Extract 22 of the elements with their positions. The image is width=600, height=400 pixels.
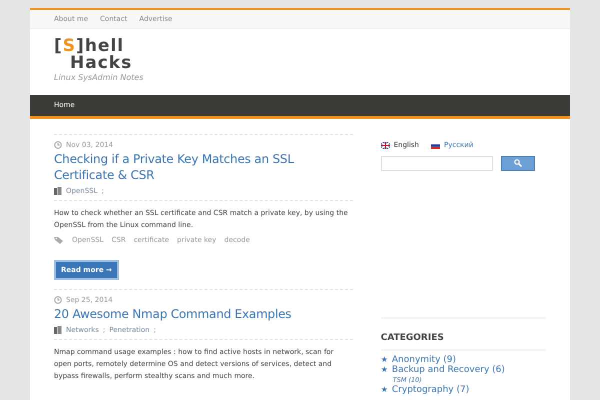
flag-icon <box>380 142 390 149</box>
category-link[interactable]: Backup and Recovery (6) <box>392 364 505 374</box>
logo-text: [S]hell <box>54 38 124 55</box>
books-icon <box>54 186 62 195</box>
post-title[interactable]: Checking if a Private Key Matches an SSL Certificate & CSR <box>54 150 353 182</box>
clock-icon <box>54 141 62 150</box>
search-field[interactable] <box>380 156 493 170</box>
tagline: Linux SysAdmin Notes <box>54 72 144 84</box>
sidebar-heading: CATEGORIES <box>380 332 444 342</box>
category-link[interactable]: Anonymity (9) <box>392 354 456 364</box>
star-icon: ★ <box>380 356 388 364</box>
category-link[interactable]: Cryptography (7) <box>392 384 470 394</box>
search-button[interactable] <box>500 156 535 170</box>
books-icon <box>54 326 62 334</box>
post-title[interactable]: 20 Awesome Nmap Command Examples <box>54 306 353 322</box>
star-icon: ★ <box>380 366 388 374</box>
logo-text: Hacks <box>70 55 132 72</box>
clock-icon <box>54 296 62 304</box>
flag-icon <box>431 142 440 149</box>
tag-icon <box>54 236 64 244</box>
star-icon: ★ <box>380 386 388 394</box>
search-icon <box>514 159 522 167</box>
